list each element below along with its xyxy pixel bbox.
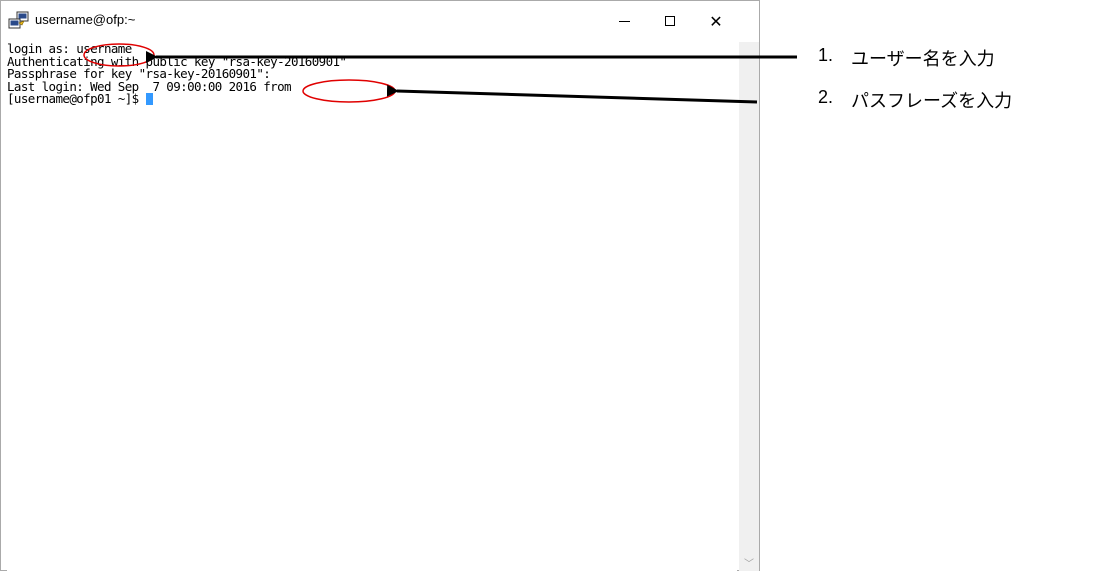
- close-button[interactable]: ✕: [693, 1, 739, 41]
- scroll-down-button[interactable]: ﹀: [739, 553, 759, 571]
- title-bar[interactable]: username@ofp:~ ✕: [1, 1, 759, 41]
- maximize-button[interactable]: [647, 1, 693, 41]
- annotation-step-2: 2. パスフレーズを入力: [818, 87, 1012, 113]
- minimize-icon: [618, 20, 630, 22]
- annotation-step-2-text: パスフレーズを入力: [851, 91, 1013, 111]
- annotation-step-1-number: 1.: [818, 45, 834, 65]
- chevron-down-icon: ﹀: [744, 558, 754, 570]
- window-title: username@ofp:~: [35, 12, 136, 27]
- annotation-step-2-number: 2.: [818, 87, 834, 107]
- annotation-step-1-text: ユーザー名を入力: [851, 49, 995, 69]
- terminal-window: username@ofp:~ ✕ login as: username Auth…: [0, 0, 760, 571]
- putty-app-icon[interactable]: [8, 11, 30, 31]
- scroll-up-button[interactable]: [739, 42, 759, 60]
- minimize-button[interactable]: [601, 1, 647, 41]
- terminal-prompt-line: [username@ofp01 ~]$: [7, 91, 737, 106]
- terminal-output[interactable]: login as: username Authenticating with p…: [7, 43, 737, 571]
- maximize-icon: [665, 16, 675, 26]
- vertical-scrollbar[interactable]: ﹀: [739, 42, 759, 571]
- shell-prompt: [username@ofp01 ~]$: [7, 91, 146, 106]
- annotation-step-1: 1. ユーザー名を入力: [818, 45, 995, 71]
- close-icon: ✕: [709, 11, 723, 31]
- text-cursor: [145, 93, 153, 105]
